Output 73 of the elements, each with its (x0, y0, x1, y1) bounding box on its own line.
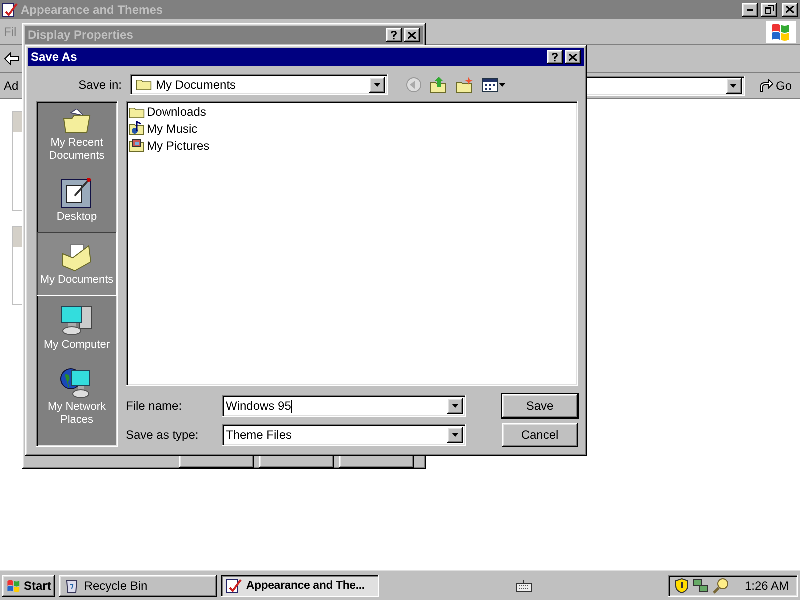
go-button[interactable]: Go (754, 78, 796, 92)
cancel-button[interactable]: Cancel (502, 423, 578, 447)
help-icon (391, 30, 397, 40)
help-icon (552, 52, 558, 62)
file-name-label: File name: (126, 399, 184, 413)
pictures-folder-icon (129, 138, 145, 153)
file-item[interactable]: Downloads (147, 105, 206, 119)
close-button[interactable] (565, 50, 581, 64)
restore-button[interactable] (761, 2, 777, 16)
close-icon (569, 54, 577, 60)
window-title: Display Properties (28, 28, 134, 42)
windows-logo-icon (766, 20, 796, 42)
start-button[interactable]: Start (2, 574, 56, 596)
shield-icon[interactable] (674, 578, 689, 594)
places-item[interactable]: My Recent Documents (37, 104, 117, 168)
dropdown-button[interactable] (369, 76, 385, 92)
dropdown-button[interactable] (726, 78, 742, 94)
taskbar-button[interactable]: Appearance and The... (221, 574, 380, 596)
window-title: Appearance and Themes (21, 2, 164, 16)
up-folder-icon (430, 76, 448, 94)
file-type-dropdown[interactable]: Theme Files (222, 424, 466, 446)
caret-icon (452, 404, 458, 408)
restore-icon (764, 5, 774, 14)
folder-icon (62, 109, 92, 135)
network-icon[interactable] (692, 578, 709, 594)
close-icon (408, 32, 416, 38)
places-item[interactable]: My Computer (37, 296, 117, 360)
minimize-button[interactable] (742, 2, 758, 16)
new-folder-button[interactable] (456, 76, 474, 94)
up-folder-button[interactable] (430, 76, 448, 94)
desktop-icon (61, 176, 93, 208)
folder-icon (129, 106, 145, 118)
window-title: Save As (31, 50, 78, 64)
minimize-icon (747, 8, 753, 10)
file-item[interactable]: My Music (147, 122, 198, 136)
close-icon (786, 6, 794, 13)
back-arrow-icon[interactable] (4, 52, 20, 66)
computer-icon (60, 304, 94, 336)
save-in-label: Save in: (78, 78, 122, 92)
caret-icon (730, 84, 738, 88)
document-icon (2, 2, 18, 18)
save-button[interactable]: Save (502, 394, 578, 418)
address-field[interactable] (584, 76, 745, 96)
windows-logo-icon (6, 578, 22, 592)
dropdown-button[interactable] (447, 398, 463, 414)
music-folder-icon (129, 121, 145, 136)
new-folder-icon (456, 76, 474, 94)
view-menu-button[interactable] (482, 78, 506, 92)
address-label: Ad (4, 78, 19, 92)
document-icon (226, 578, 242, 594)
magnifier-icon[interactable] (712, 578, 729, 594)
dropdown-button[interactable] (447, 427, 463, 443)
places-item[interactable]: Desktop (37, 168, 117, 232)
places-item[interactable]: My Network Places (37, 360, 117, 432)
close-button[interactable] (404, 28, 420, 42)
view-grid-icon (482, 78, 498, 92)
folder-icon (136, 78, 152, 91)
folder-icon (61, 242, 93, 272)
close-button[interactable] (782, 2, 798, 16)
caret-icon (452, 433, 458, 437)
taskbar-button[interactable]: Recycle Bin (59, 574, 218, 596)
help-button[interactable] (386, 28, 402, 42)
recycle-bin-icon (64, 578, 80, 594)
file-item[interactable]: My Pictures (147, 138, 210, 152)
keyboard-icon[interactable] (516, 580, 532, 592)
go-arrow-icon (758, 78, 773, 92)
caret-icon (499, 82, 506, 86)
caret-icon (374, 82, 380, 86)
file-name-field[interactable]: Windows 95 (222, 395, 466, 417)
help-button[interactable] (547, 50, 563, 64)
save-in-dropdown[interactable]: My Documents (130, 74, 388, 95)
clock: 1:26 AM (744, 578, 789, 592)
file-type-label: Save as type: (126, 428, 200, 442)
